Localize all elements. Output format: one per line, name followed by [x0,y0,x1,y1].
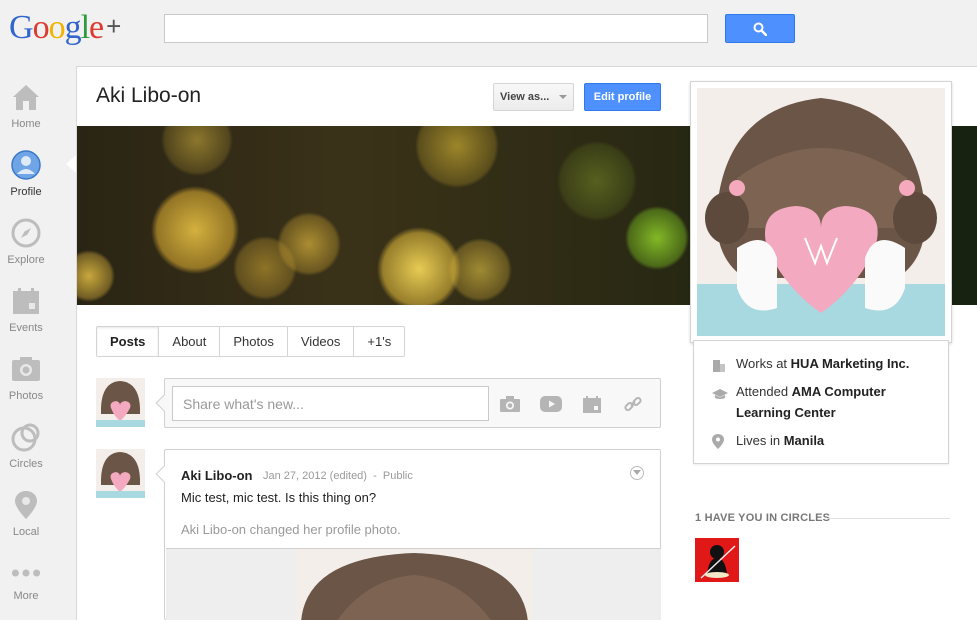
post-options-button[interactable] [630,466,644,480]
graduation-cap-icon [712,381,736,423]
profile-name: Aki Libo-on [96,84,202,107]
works-at-row: Works at HUA Marketing Inc. [712,353,909,378]
post-author-avatar[interactable] [96,449,145,498]
post-visibility[interactable]: Public [383,470,413,482]
nav-circles[interactable]: Circles [0,422,52,470]
post-activity: Aki Libo-on changed her profile photo. [181,522,401,537]
profile-icon [11,150,41,180]
search-button[interactable] [725,14,795,43]
compass-icon [11,218,41,248]
circles-heading: 1 HAVE YOU IN CIRCLES [695,512,831,524]
nav-local[interactable]: Local [0,490,52,538]
profile-tabs: Posts About Photos Videos +1's [96,326,406,357]
avatar[interactable] [96,378,145,427]
nav-more[interactable]: More [0,562,52,602]
active-nav-pointer [66,155,76,173]
about-summary: Works at HUA Marketing Inc. Attended AMA… [693,340,949,464]
post-photo[interactable] [166,548,661,620]
post-card: Aki Libo-on Jan 27, 2012 (edited) - Publ… [155,449,661,620]
circles-icon [11,422,41,452]
camera-icon [11,354,41,384]
nav-profile[interactable]: Profile [0,150,52,198]
lives-in-value: Manila [783,433,825,448]
nav-photos[interactable]: Photos [0,354,52,402]
profile-photo-image [697,88,945,336]
pin-icon [11,490,41,520]
divider [828,518,950,519]
view-as-label: View as... [500,91,550,103]
share-box: Share what's new... [155,378,661,428]
chevron-down-icon [559,95,568,99]
view-as-button[interactable]: View as... [493,83,574,111]
more-icon [11,562,41,584]
tab-photos[interactable]: Photos [220,327,288,356]
share-input[interactable]: Share what's new... [172,386,489,421]
add-video-icon[interactable] [540,393,562,415]
add-event-icon[interactable] [581,393,603,415]
google-plus-logo[interactable]: Google + [9,8,121,49]
profile-photo[interactable] [690,81,952,343]
left-nav: Home Profile Explore Events Photos Circl… [0,66,76,620]
tab-about[interactable]: About [159,327,221,356]
building-icon [712,353,736,378]
post-author[interactable]: Aki Libo-on [181,468,253,483]
nav-events[interactable]: Events [0,286,52,334]
location-pin-icon [712,430,736,455]
search-input[interactable] [164,14,708,43]
edit-profile-button[interactable]: Edit profile [584,83,661,111]
tab-plus-ones[interactable]: +1's [354,327,404,356]
nav-explore[interactable]: Explore [0,218,52,266]
works-at-value: HUA Marketing Inc. [790,356,910,371]
top-bar: Google + [0,0,977,66]
post-meta: Jan 27, 2012 (edited) - Public [263,470,413,482]
circle-member-avatar[interactable] [695,538,739,582]
home-icon [11,82,41,112]
tab-posts[interactable]: Posts [97,327,160,356]
attended-row: Attended AMA Computer Learning Center [712,381,926,423]
tab-videos[interactable]: Videos [288,327,355,356]
lives-in-row: Lives in Manila [712,430,824,455]
add-link-icon[interactable] [622,393,644,415]
search-icon [753,22,767,36]
chevron-down-icon [633,470,641,475]
post-date[interactable]: Jan 27, 2012 (edited) [263,470,367,482]
nav-home[interactable]: Home [0,82,52,130]
post-text: Mic test, mic test. Is this thing on? [181,490,377,505]
add-photo-icon[interactable] [499,393,521,415]
calendar-icon [11,286,41,316]
